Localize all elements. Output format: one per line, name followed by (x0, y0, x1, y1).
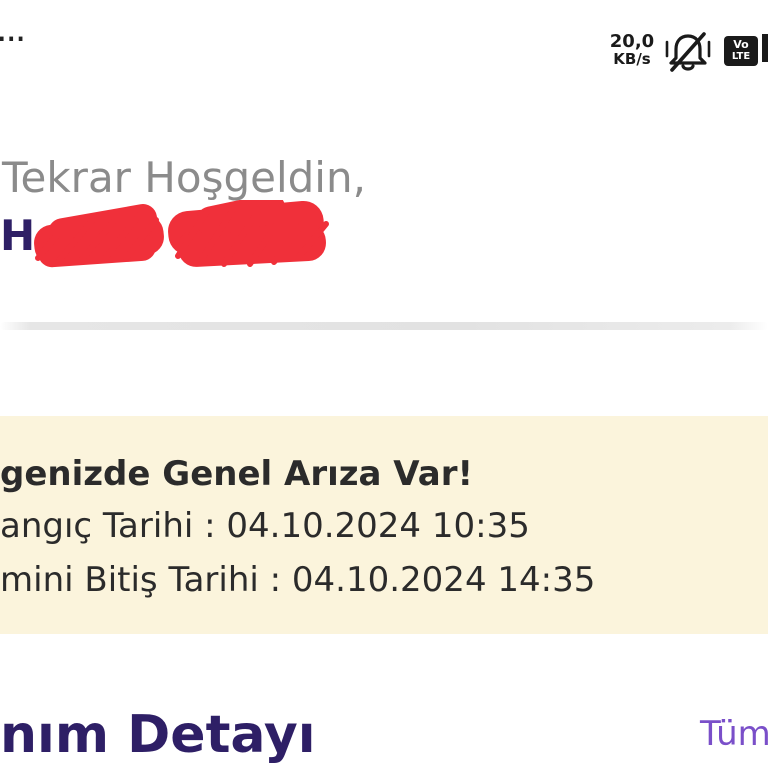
status-overflow-dots: ... (0, 9, 26, 50)
see-all-link[interactable]: Tüm (700, 712, 768, 756)
status-edge-icon (762, 34, 768, 62)
redaction-scribble (34, 200, 329, 268)
header-divider (0, 322, 768, 330)
network-speed: 20,0 KB/s (606, 32, 658, 68)
network-speed-unit: KB/s (613, 50, 651, 68)
outage-alert-panel[interactable]: genizde Genel Arıza Var! angıç Tarihi : … (0, 416, 768, 634)
network-speed-value: 20,0 (609, 31, 655, 52)
alert-title: genizde Genel Arıza Var! (0, 454, 473, 494)
volte-bottom-text: LTE (731, 51, 751, 62)
alert-end-date: mini Bitiş Tarihi : 04.10.2024 14:35 (0, 560, 596, 600)
welcome-back-text: Tekrar Hoşgeldin, (2, 153, 366, 202)
section-title: nım Detayı (0, 705, 316, 765)
volte-icon: Vo LTE (724, 36, 758, 66)
alert-start-date: angıç Tarihi : 04.10.2024 10:35 (0, 506, 530, 546)
volte-top-text: Vo (733, 38, 749, 51)
app-screen: ... 20,0 KB/s Vo LTE Tekrar Hoşgeldin, H… (0, 0, 768, 768)
bell-muted-icon (665, 32, 711, 72)
